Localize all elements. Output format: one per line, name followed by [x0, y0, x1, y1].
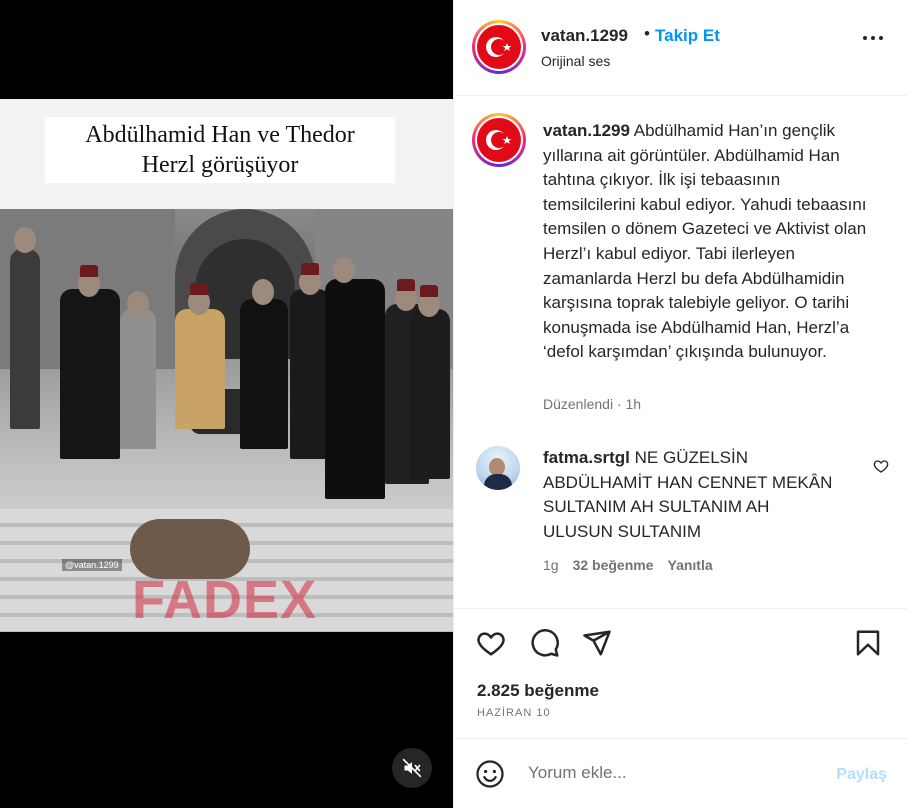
comment-like-button[interactable] — [873, 458, 889, 479]
post-side-panel: vatan.1299 • Takip Et Orijinal ses vatan… — [453, 0, 907, 808]
video-title-overlay: Abdülhamid Han ve Thedor Herzl görüşüyor — [45, 117, 395, 183]
comment-icon — [531, 629, 559, 657]
audio-label[interactable]: Orijinal ses — [541, 53, 610, 69]
crescent-star-icon — [486, 130, 512, 150]
comment-time[interactable]: 1g — [543, 557, 559, 573]
more-horizontal-icon — [863, 36, 867, 40]
more-options-button[interactable] — [863, 36, 883, 40]
watermark-handle: @vatan.1299 — [62, 559, 122, 571]
comment-username[interactable]: fatma.srtgl — [543, 448, 630, 467]
meta-separator: · — [616, 396, 622, 412]
watermark-brand: FADEX — [132, 570, 318, 630]
author-avatar[interactable] — [472, 20, 526, 74]
post-actions: 2.825 beğenme HAZİRAN 10 — [454, 608, 907, 738]
share-button[interactable] — [582, 628, 612, 663]
comment-input[interactable] — [528, 763, 808, 783]
comment-likes[interactable]: 32 beğenme — [573, 557, 654, 573]
video-frame[interactable]: Abdülhamid Han ve Thedor Herzl görüşüyor… — [0, 99, 453, 632]
like-button[interactable] — [476, 628, 506, 663]
caption-meta: Düzenlendi · 1h — [543, 396, 641, 412]
caption-username[interactable]: vatan.1299 — [543, 121, 630, 140]
comment-button[interactable] — [530, 628, 560, 663]
comment-composer: Paylaş — [454, 738, 907, 808]
crescent-star-icon — [486, 37, 512, 57]
speaker-muted-icon — [402, 758, 422, 778]
caption-time[interactable]: 1h — [626, 396, 642, 412]
emoji-icon — [476, 760, 504, 788]
caption-author-avatar[interactable] — [472, 113, 526, 167]
heart-icon — [477, 632, 505, 656]
emoji-button[interactable] — [475, 759, 505, 794]
bookmark-icon — [856, 630, 880, 656]
caption-text: Abdülhamid Han’ın gençlik yıllarına ait … — [543, 121, 867, 362]
comment: fatma.srtgl NE GÜZELSİN ABDÜLHAMİT HAN C… — [543, 446, 843, 544]
edited-label: Düzenlendi — [543, 396, 614, 412]
header-separator: • — [644, 24, 650, 43]
overlay-caption-line2: Herzl görüşüyor — [141, 152, 299, 178]
likes-count[interactable]: 2.825 beğenme — [477, 681, 599, 701]
post-media[interactable]: Abdülhamid Han ve Thedor Herzl görüşüyor… — [0, 0, 453, 808]
post-caption: vatan.1299 Abdülhamid Han’ın gençlik yıl… — [543, 119, 873, 365]
author-username[interactable]: vatan.1299 — [541, 26, 628, 46]
overlay-caption-line1: Abdülhamid Han ve Thedor — [85, 122, 355, 148]
post-comment-button[interactable]: Paylaş — [836, 766, 887, 784]
comment-meta: 1g 32 beğenme Yanıtla — [543, 557, 713, 573]
mute-button[interactable] — [392, 748, 432, 788]
post-date[interactable]: HAZİRAN 10 — [477, 707, 551, 719]
commenter-avatar[interactable] — [476, 446, 520, 490]
follow-button[interactable]: Takip Et — [655, 26, 720, 46]
save-button[interactable] — [853, 628, 883, 663]
send-icon — [583, 630, 611, 656]
post-header: vatan.1299 • Takip Et Orijinal ses — [454, 0, 907, 96]
reply-button[interactable]: Yanıtla — [668, 557, 713, 573]
heart-icon — [873, 460, 889, 473]
